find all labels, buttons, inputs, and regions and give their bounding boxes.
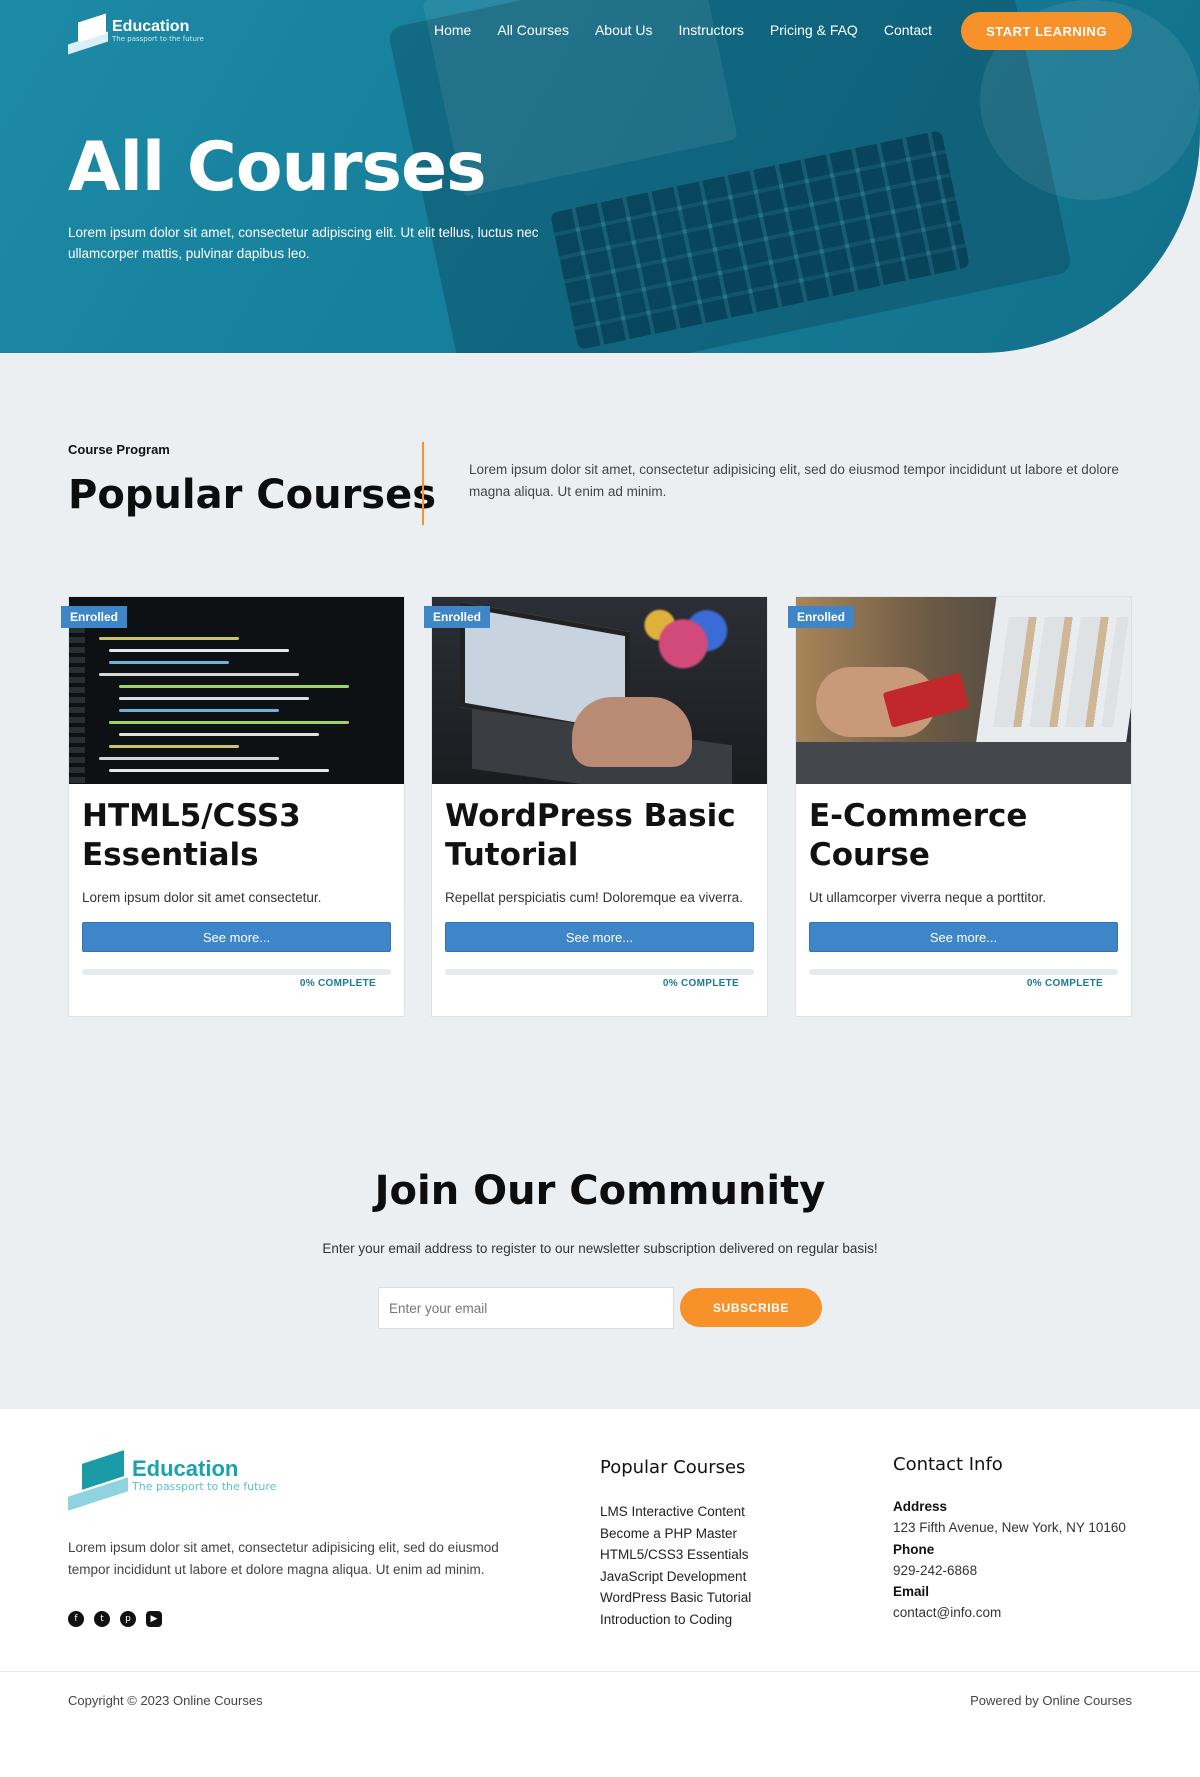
footer-course-link[interactable]: Introduction to Coding (600, 1609, 751, 1631)
footer-contact-heading: Contact Info (893, 1454, 1003, 1475)
email-value[interactable]: contact@info.com (893, 1605, 1001, 1620)
course-title[interactable]: E-Commerce Course (809, 797, 1119, 875)
enrolled-badge: Enrolled (788, 606, 855, 628)
nav-all-courses[interactable]: All Courses (497, 22, 569, 38)
email-label: Email (893, 1584, 930, 1599)
progress-label: 0% COMPLETE (299, 978, 376, 989)
social-links: f t p ▶ (68, 1611, 162, 1627)
footer-popular-list: LMS Interactive Content Become a PHP Mas… (600, 1501, 751, 1630)
logo-icon (68, 1449, 128, 1511)
phone-label: Phone (893, 1542, 935, 1557)
phone-value[interactable]: 929-242-6868 (893, 1563, 977, 1578)
progress-label: 0% COMPLETE (1026, 978, 1103, 989)
address-value: 123 Fifth Avenue, New York, NY 10160 (893, 1520, 1126, 1535)
course-excerpt: Repellat perspiciatis cum! Doloremque ea… (445, 890, 743, 905)
section-label: Course Program (68, 442, 170, 457)
footer-course-link[interactable]: WordPress Basic Tutorial (600, 1587, 751, 1609)
powered-by-text: Powered by Online Courses (970, 1693, 1132, 1708)
section-divider (422, 442, 424, 525)
community-description: Enter your email address to register to … (322, 1241, 878, 1256)
nav-pricing-faq[interactable]: Pricing & FAQ (770, 22, 858, 38)
progress-bar (809, 969, 1118, 975)
nav-contact[interactable]: Contact (884, 22, 932, 38)
course-excerpt: Lorem ipsum dolor sit amet consectetur. (82, 890, 322, 905)
pinterest-icon[interactable]: p (120, 1611, 136, 1627)
footer-course-link[interactable]: JavaScript Development (600, 1566, 751, 1588)
hero-banner: Education The passport to the future Hom… (0, 0, 1200, 353)
progress-bar (445, 969, 754, 975)
progress-label: 0% COMPLETE (662, 978, 739, 989)
youtube-icon[interactable]: ▶ (146, 1611, 162, 1627)
footer-course-link[interactable]: LMS Interactive Content (600, 1501, 751, 1523)
copyright-text: Copyright © 2023 Online Courses (68, 1693, 263, 1708)
see-more-button[interactable]: See more... (809, 922, 1118, 952)
site-footer: Education The passport to the future Lor… (0, 1409, 1200, 1777)
nav-home[interactable]: Home (434, 22, 471, 38)
nav-instructors[interactable]: Instructors (679, 22, 744, 38)
footer-logo[interactable]: Education The passport to the future (68, 1449, 277, 1511)
footer-logo-title: Education (132, 1455, 239, 1481)
course-title[interactable]: WordPress Basic Tutorial (445, 797, 755, 875)
facebook-icon[interactable]: f (68, 1611, 84, 1627)
progress-bar (82, 969, 391, 975)
logo-title: Education (112, 17, 190, 35)
hero-subtitle: Lorem ipsum dolor sit amet, consectetur … (68, 225, 539, 261)
logo-tagline: The passport to the future (112, 34, 204, 43)
course-excerpt: Ut ullamcorper viverra neque a porttitor… (809, 890, 1047, 905)
start-learning-button[interactable]: START LEARNING (961, 12, 1132, 50)
section-description: Lorem ipsum dolor sit amet, consectetur … (469, 462, 1119, 499)
nav-about-us[interactable]: About Us (595, 22, 653, 38)
subscribe-button[interactable]: SUBSCRIBE (680, 1288, 822, 1327)
footer-logo-tagline: The passport to the future (132, 1479, 277, 1493)
main-nav: Home All Courses About Us Instructors Pr… (434, 22, 958, 38)
enrolled-badge: Enrolled (424, 606, 491, 628)
course-title[interactable]: HTML5/CSS3 Essentials (82, 797, 392, 875)
footer-divider (0, 1671, 1200, 1672)
footer-course-link[interactable]: HTML5/CSS3 Essentials (600, 1544, 751, 1566)
address-label: Address (893, 1499, 948, 1514)
section-title: Popular Courses (68, 472, 437, 518)
enrolled-badge: Enrolled (61, 606, 128, 628)
site-logo[interactable]: Education The passport to the future (68, 13, 204, 55)
logo-icon (68, 13, 108, 55)
footer-popular-heading: Popular Courses (600, 1457, 746, 1478)
newsletter-email-input[interactable] (378, 1287, 674, 1329)
see-more-button[interactable]: See more... (445, 922, 754, 952)
footer-course-link[interactable]: Become a PHP Master (600, 1523, 751, 1545)
course-card[interactable]: Enrolled E-Commerce Course Ut ullamcorpe… (788, 596, 1132, 1017)
community-title: Join Our Community (374, 1168, 826, 1214)
see-more-button[interactable]: See more... (82, 922, 391, 952)
footer-description: Lorem ipsum dolor sit amet, consectetur … (68, 1540, 499, 1577)
twitter-icon[interactable]: t (94, 1611, 110, 1627)
page-title: All Courses (68, 128, 487, 207)
course-card[interactable]: Enrolled HTML5/CSS3 Essentials Lorem ips… (61, 596, 405, 1017)
course-card[interactable]: Enrolled WordPress Basic Tutorial Repell… (424, 596, 768, 1017)
